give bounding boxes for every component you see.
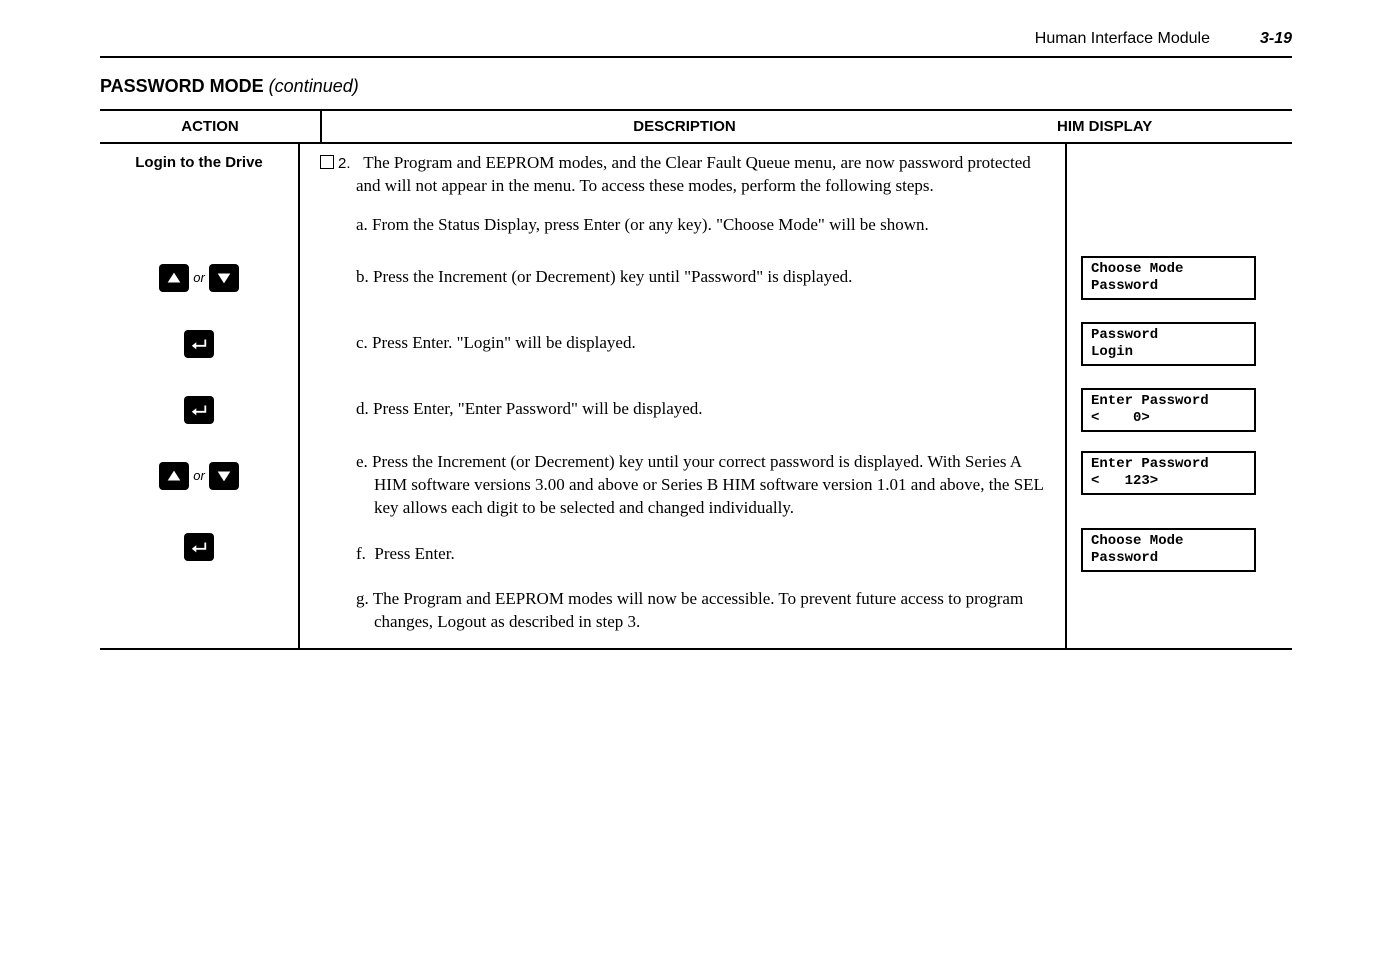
step-number: 2. — [338, 155, 351, 172]
desc-item-a: a. From the Status Display, press Enter … — [300, 206, 1067, 245]
item-b-letter: b. — [356, 267, 369, 286]
increment-key-icon — [159, 462, 189, 490]
or-label: or — [193, 270, 205, 285]
col-header-description: DESCRIPTION — [321, 110, 1047, 143]
him-cell-b: Choose Mode Password — [1067, 245, 1292, 311]
action-cell-f — [100, 528, 300, 580]
checkbox-icon — [320, 155, 334, 169]
decrement-key-icon — [209, 462, 239, 490]
him-display-e: Enter Password < 123> — [1081, 451, 1256, 495]
or-label: or — [193, 468, 205, 483]
password-mode-table: ACTION DESCRIPTION HIM DISPLAY Login to … — [100, 109, 1292, 650]
action-cell-a — [100, 206, 300, 245]
action-cell-g — [100, 580, 300, 648]
action-cell-c — [100, 311, 300, 377]
item-c-text: Press Enter. "Login" will be displayed. — [372, 333, 636, 352]
item-a-letter: a. — [356, 215, 368, 234]
him-display-b: Choose Mode Password — [1081, 256, 1256, 300]
enter-key-icon — [184, 396, 214, 424]
item-b-text: Press the Increment (or Decrement) key u… — [373, 267, 852, 286]
item-a-text: From the Status Display, press Enter (or… — [372, 215, 929, 234]
page-header: Human Interface Module 3-19 — [100, 30, 1292, 58]
enter-key-icon — [184, 330, 214, 358]
desc-item-d: d. Press Enter, "Enter Password" will be… — [300, 377, 1067, 443]
item-c-letter: c. — [356, 333, 368, 352]
col-header-action: ACTION — [100, 110, 321, 143]
section-title-text: PASSWORD MODE — [100, 76, 264, 96]
item-d-text: Press Enter, "Enter Password" will be di… — [373, 399, 703, 418]
action-cell-b: or — [100, 245, 300, 311]
item-f-letter: f. — [356, 544, 366, 563]
section-title-cont: (continued) — [264, 76, 359, 96]
him-cell-a — [1067, 206, 1292, 245]
header-title: Human Interface Module — [1035, 30, 1210, 48]
enter-key-icon — [184, 533, 214, 561]
desc-item-c: c. Press Enter. "Login" will be displaye… — [300, 311, 1067, 377]
desc-item-f: f. Press Enter. — [300, 528, 1067, 580]
section-title: PASSWORD MODE (continued) — [100, 58, 1292, 109]
action-cell-e: or — [100, 443, 300, 528]
decrement-key-icon — [209, 264, 239, 292]
him-display-f: Choose Mode Password — [1081, 528, 1256, 572]
action-cell-d — [100, 377, 300, 443]
desc-item-b: b. Press the Increment (or Decrement) ke… — [300, 245, 1067, 311]
item-f-text: Press Enter. — [374, 544, 454, 563]
him-cell-c: Password Login — [1067, 311, 1292, 377]
desc-item-g: g. The Program and EEPROM modes will now… — [300, 580, 1067, 648]
step2-intro-text: The Program and EEPROM modes, and the Cl… — [356, 153, 1031, 195]
him-display-d: Enter Password < 0> — [1081, 388, 1256, 432]
item-e-text: Press the Increment (or Decrement) key u… — [372, 452, 1043, 517]
him-cell-f: Choose Mode Password — [1067, 528, 1292, 580]
him-cell-d: Enter Password < 0> — [1067, 377, 1292, 443]
action-cell-login: Login to the Drive — [100, 144, 300, 206]
item-d-letter: d. — [356, 399, 369, 418]
him-cell-empty-1 — [1067, 144, 1292, 206]
col-header-him: HIM DISPLAY — [1047, 110, 1292, 143]
him-cell-g — [1067, 580, 1292, 648]
action-label: Login to the Drive — [114, 154, 284, 171]
page-number: 3-19 — [1260, 30, 1292, 48]
item-e-letter: e. — [356, 452, 368, 471]
increment-key-icon — [159, 264, 189, 292]
desc-step2-intro: 2. The Program and EEPROM modes, and the… — [300, 144, 1067, 206]
desc-item-e: e. Press the Increment (or Decrement) ke… — [300, 443, 1067, 528]
item-g-letter: g. — [356, 589, 369, 608]
him-cell-e: Enter Password < 123> — [1067, 443, 1292, 528]
item-g-text: The Program and EEPROM modes will now be… — [373, 589, 1023, 631]
him-display-c: Password Login — [1081, 322, 1256, 366]
